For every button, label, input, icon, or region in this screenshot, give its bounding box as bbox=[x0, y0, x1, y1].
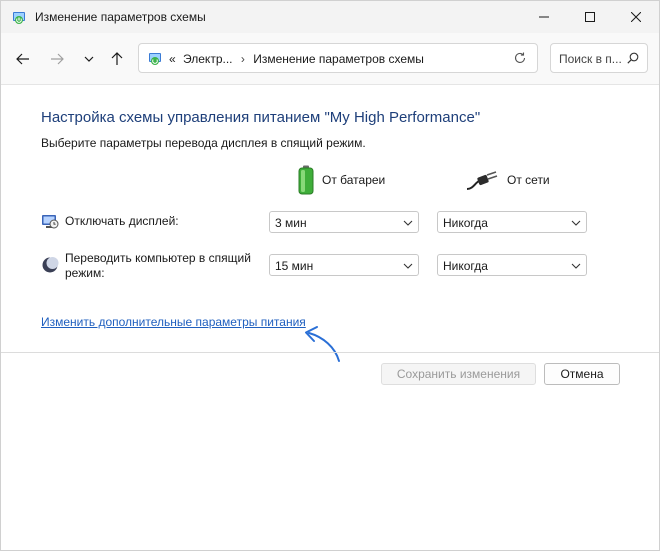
arrow-left-icon bbox=[16, 53, 29, 65]
display-off-label: Отключать дисплей: bbox=[65, 214, 179, 228]
sleep-ac-value: Никогда bbox=[443, 259, 488, 273]
chevron-down-icon bbox=[403, 220, 413, 226]
minimize-button[interactable] bbox=[521, 1, 567, 33]
power-options-icon bbox=[149, 53, 161, 65]
sleep-ac-select[interactable]: Никогда bbox=[437, 254, 587, 276]
sleep-label: Переводить компьютер в спящий режим: bbox=[65, 251, 251, 281]
sleep-moon-icon bbox=[42, 257, 59, 273]
window: Изменение параметров схемы « Электр... ›… bbox=[0, 0, 660, 551]
page-title: Настройка схемы управления питанием "My … bbox=[41, 109, 481, 126]
divider bbox=[1, 352, 659, 353]
breadcrumb-separator-icon: › bbox=[240, 52, 245, 66]
search-box[interactable]: Поиск в п... bbox=[550, 43, 648, 73]
maximize-icon bbox=[585, 12, 595, 22]
minimize-icon bbox=[539, 16, 549, 18]
up-button[interactable] bbox=[105, 47, 129, 71]
power-options-icon bbox=[13, 12, 25, 24]
recent-locations-button[interactable] bbox=[77, 47, 101, 71]
title-bar: Изменение параметров схемы bbox=[1, 1, 659, 33]
column-label-battery: От батареи bbox=[322, 173, 386, 187]
breadcrumb-overflow[interactable]: « bbox=[169, 52, 176, 66]
close-button[interactable] bbox=[613, 1, 659, 33]
breadcrumb: « Электр... › Изменение параметров схемы bbox=[169, 52, 424, 66]
display-off-ac-select[interactable]: Никогда bbox=[437, 211, 587, 233]
breadcrumb-item-current[interactable]: Изменение параметров схемы bbox=[253, 52, 424, 66]
sleep-battery-select[interactable]: 15 мин bbox=[269, 254, 419, 276]
power-plug-icon bbox=[466, 171, 498, 190]
display-off-ac-value: Никогда bbox=[443, 216, 488, 230]
chevron-down-icon bbox=[571, 263, 581, 269]
close-icon bbox=[631, 12, 641, 22]
window-title: Изменение параметров схемы bbox=[35, 10, 206, 24]
page-subtitle: Выберите параметры перевода дисплея в сп… bbox=[41, 136, 366, 150]
refresh-icon[interactable] bbox=[513, 51, 527, 65]
sleep-battery-value: 15 мин bbox=[275, 259, 314, 273]
column-header-ac: От сети bbox=[465, 165, 550, 195]
column-label-ac: От сети bbox=[507, 173, 550, 187]
address-bar[interactable]: « Электр... › Изменение параметров схемы bbox=[138, 43, 538, 73]
back-button[interactable] bbox=[11, 47, 35, 71]
chevron-down-icon bbox=[84, 56, 94, 62]
search-input[interactable]: Поиск в п... bbox=[559, 52, 625, 66]
column-header-battery: От батареи bbox=[298, 165, 385, 195]
sleep-label-line2: режим: bbox=[65, 266, 105, 280]
save-changes-button[interactable]: Сохранить изменения bbox=[381, 363, 536, 385]
display-timer-icon bbox=[42, 215, 59, 229]
maximize-button[interactable] bbox=[567, 1, 613, 33]
forward-button[interactable] bbox=[45, 47, 69, 71]
display-off-battery-select[interactable]: 3 мин bbox=[269, 211, 419, 233]
battery-icon bbox=[298, 165, 314, 195]
navigation-bar: « Электр... › Изменение параметров схемы… bbox=[1, 33, 659, 85]
cancel-button[interactable]: Отмена bbox=[544, 363, 620, 385]
search-icon bbox=[627, 52, 639, 64]
sleep-label-line1: Переводить компьютер в спящий bbox=[65, 251, 251, 265]
display-off-battery-value: 3 мин bbox=[275, 216, 307, 230]
annotation-arrow-icon bbox=[305, 326, 340, 362]
arrow-right-icon bbox=[51, 53, 64, 65]
arrow-up-icon bbox=[111, 52, 123, 65]
advanced-power-settings-link[interactable]: Изменить дополнительные параметры питани… bbox=[41, 315, 306, 329]
chevron-down-icon bbox=[571, 220, 581, 226]
chevron-down-icon bbox=[403, 263, 413, 269]
breadcrumb-item-power[interactable]: Электр... bbox=[183, 52, 232, 66]
